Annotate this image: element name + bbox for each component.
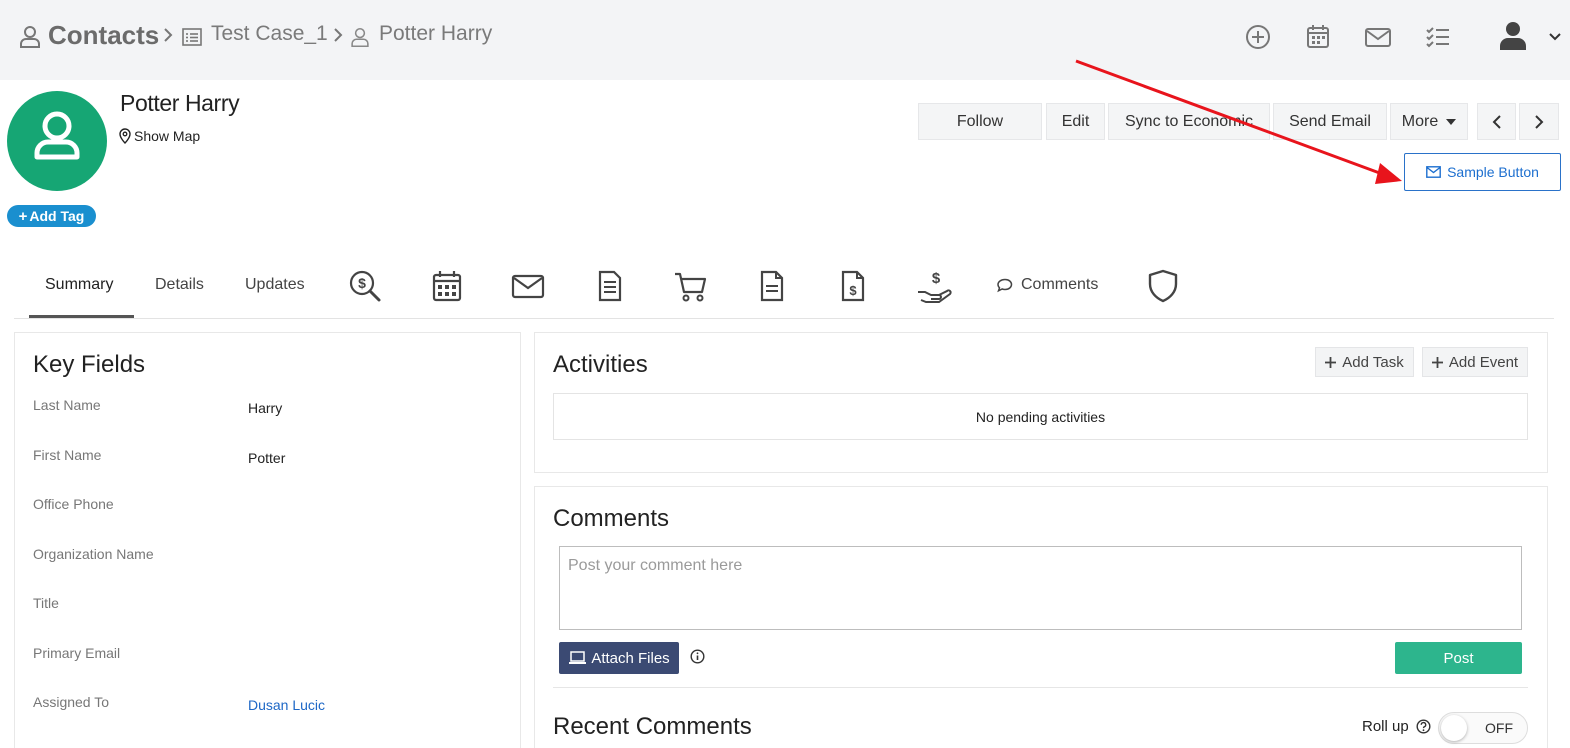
checklist-icon[interactable]: [1423, 22, 1453, 52]
document-icon[interactable]: [592, 268, 628, 304]
hand-dollar-icon[interactable]: $: [916, 268, 952, 304]
svg-text:$: $: [932, 270, 941, 287]
top-bar: Contacts Test Case_1 Potter Harry: [0, 0, 1570, 80]
avatar: [7, 91, 107, 191]
tab-active-indicator: [29, 315, 134, 318]
field-label: Organization Name: [33, 546, 154, 562]
field-label: Title: [33, 595, 59, 611]
field-value[interactable]: Potter: [248, 450, 285, 466]
location-pin-icon: [119, 128, 131, 144]
activities-title: Activities: [553, 351, 648, 378]
calendar-icon[interactable]: [1303, 22, 1333, 52]
show-map-label: Show Map: [134, 128, 201, 144]
calendar-icon[interactable]: [429, 268, 465, 304]
field-label: Last Name: [33, 397, 101, 413]
previous-record-button[interactable]: [1477, 103, 1516, 140]
breadcrumb-record: Potter Harry: [379, 22, 493, 45]
laptop-icon: [569, 651, 587, 664]
shield-icon[interactable]: [1145, 268, 1181, 304]
chevron-down-icon[interactable]: [1548, 30, 1562, 44]
document-icon[interactable]: [754, 268, 790, 304]
rollup-toggle[interactable]: OFF: [1438, 712, 1528, 744]
field-label: Primary Email: [33, 645, 121, 661]
search-dollar-icon[interactable]: $: [347, 268, 383, 304]
record-title: Potter Harry: [120, 90, 240, 116]
mail-icon[interactable]: [510, 268, 546, 304]
show-map-link[interactable]: Show Map: [119, 128, 200, 144]
tab-summary[interactable]: Summary: [45, 276, 113, 294]
more-label: More: [1401, 112, 1439, 130]
add-tag-label: Add Tag: [29, 208, 85, 224]
caret-down-icon: [1446, 118, 1457, 125]
chevron-right-icon: [1535, 114, 1544, 129]
plus-icon: [1325, 356, 1337, 368]
post-button[interactable]: Post: [1395, 642, 1522, 674]
comment-icon: [997, 278, 1013, 292]
list-icon: [182, 28, 202, 46]
field-label: Assigned To: [33, 694, 110, 710]
follow-button[interactable]: Follow: [918, 103, 1042, 140]
tabs-divider: [14, 318, 1554, 319]
key-fields-title: Key Fields: [33, 351, 146, 378]
user-icon: [351, 27, 369, 48]
field-label: First Name: [33, 447, 102, 463]
sample-button-label: Sample Button: [1447, 164, 1539, 180]
edit-button[interactable]: Edit: [1046, 103, 1105, 140]
plus-icon: [1431, 356, 1443, 368]
chevron-right-icon: [164, 28, 173, 42]
invoice-icon[interactable]: $: [835, 268, 871, 304]
mail-icon: [1426, 166, 1441, 178]
attach-files-label: Attach Files: [591, 649, 670, 667]
add-event-label: Add Event: [1448, 353, 1519, 371]
breadcrumb-module[interactable]: Contacts: [48, 20, 159, 51]
chevron-left-icon: [1492, 114, 1501, 129]
user-icon: [34, 111, 80, 160]
user-icon: [20, 26, 40, 48]
tab-updates[interactable]: Updates: [245, 276, 305, 294]
svg-text:$: $: [849, 283, 857, 298]
add-tag-button[interactable]: + Add Tag: [7, 205, 96, 227]
rollup-label: Roll up: [1362, 718, 1409, 735]
toggle-state: OFF: [1485, 720, 1513, 736]
cart-icon[interactable]: [673, 268, 709, 304]
mail-icon[interactable]: [1363, 22, 1393, 52]
next-record-button[interactable]: [1519, 103, 1559, 140]
attach-files-button[interactable]: Attach Files: [559, 642, 679, 674]
plus-icon: +: [18, 207, 28, 225]
help-circle-icon[interactable]: [1416, 719, 1431, 734]
plus-circle-icon[interactable]: [1243, 22, 1273, 52]
svg-text:$: $: [358, 275, 366, 291]
more-button[interactable]: More: [1390, 103, 1468, 140]
info-icon[interactable]: [690, 649, 705, 664]
add-task-button[interactable]: Add Task: [1315, 347, 1414, 377]
sample-button[interactable]: Sample Button: [1404, 153, 1561, 191]
tab-comments[interactable]: Comments: [997, 276, 1098, 294]
field-value[interactable]: Harry: [248, 400, 282, 416]
key-fields-panel: [14, 332, 521, 748]
tab-comments-label: Comments: [1021, 276, 1099, 293]
no-activities-message: No pending activities: [553, 393, 1528, 440]
add-task-label: Add Task: [1342, 353, 1404, 371]
tab-details[interactable]: Details: [155, 276, 204, 294]
sync-economic-button[interactable]: Sync to Economic: [1108, 103, 1270, 140]
comments-title: Comments: [553, 505, 670, 532]
field-label: Office Phone: [33, 496, 114, 512]
add-event-button[interactable]: Add Event: [1422, 347, 1528, 377]
send-email-button[interactable]: Send Email: [1273, 103, 1387, 140]
breadcrumb-parent[interactable]: Test Case_1: [211, 22, 328, 46]
divider: [553, 687, 1528, 688]
chevron-right-icon: [334, 28, 343, 42]
comment-input[interactable]: [559, 546, 1522, 630]
recent-comments-title: Recent Comments: [553, 713, 752, 740]
account-icon[interactable]: [1497, 20, 1529, 52]
assigned-to-link[interactable]: Dusan Lucic: [248, 697, 325, 713]
toggle-knob: [1441, 715, 1467, 741]
